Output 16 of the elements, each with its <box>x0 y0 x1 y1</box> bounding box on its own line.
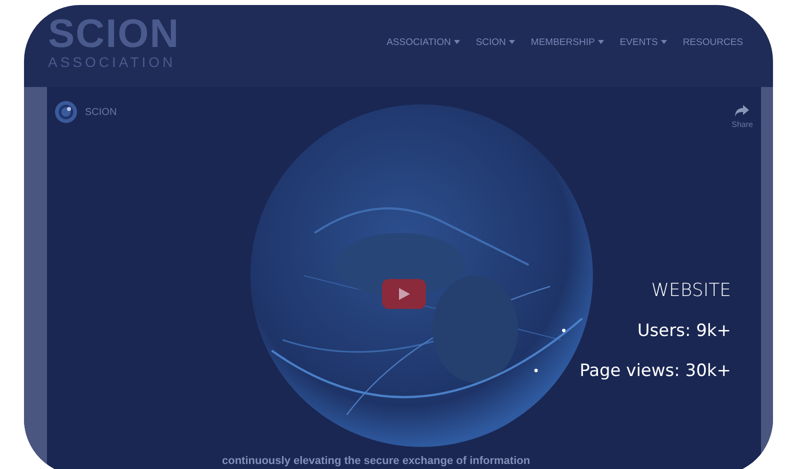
channel-name[interactable]: SCION <box>85 106 117 118</box>
nav-link[interactable]: RESOURCES <box>682 36 743 48</box>
nav-link[interactable]: EVENTS <box>620 36 667 48</box>
share-button[interactable]: Share <box>732 105 753 129</box>
bullet-mark: • <box>560 324 568 338</box>
channel-icon[interactable] <box>55 101 77 123</box>
share-icon <box>735 105 750 117</box>
nav-link[interactable]: ASSOCIATION <box>386 36 460 48</box>
video-caption: continuously elevating the secure exchange of information <box>222 455 530 467</box>
stat-item: Page views: 30k+ <box>580 361 731 381</box>
nav-link[interactable]: MEMBERSHIP <box>530 36 604 48</box>
play-button[interactable] <box>382 279 426 309</box>
stats-heading: WEBSITE <box>651 280 731 301</box>
bullet-mark: • <box>532 364 540 378</box>
stat-item: Users: 9k+ <box>637 321 731 341</box>
nav-link[interactable]: SCION <box>476 36 515 48</box>
